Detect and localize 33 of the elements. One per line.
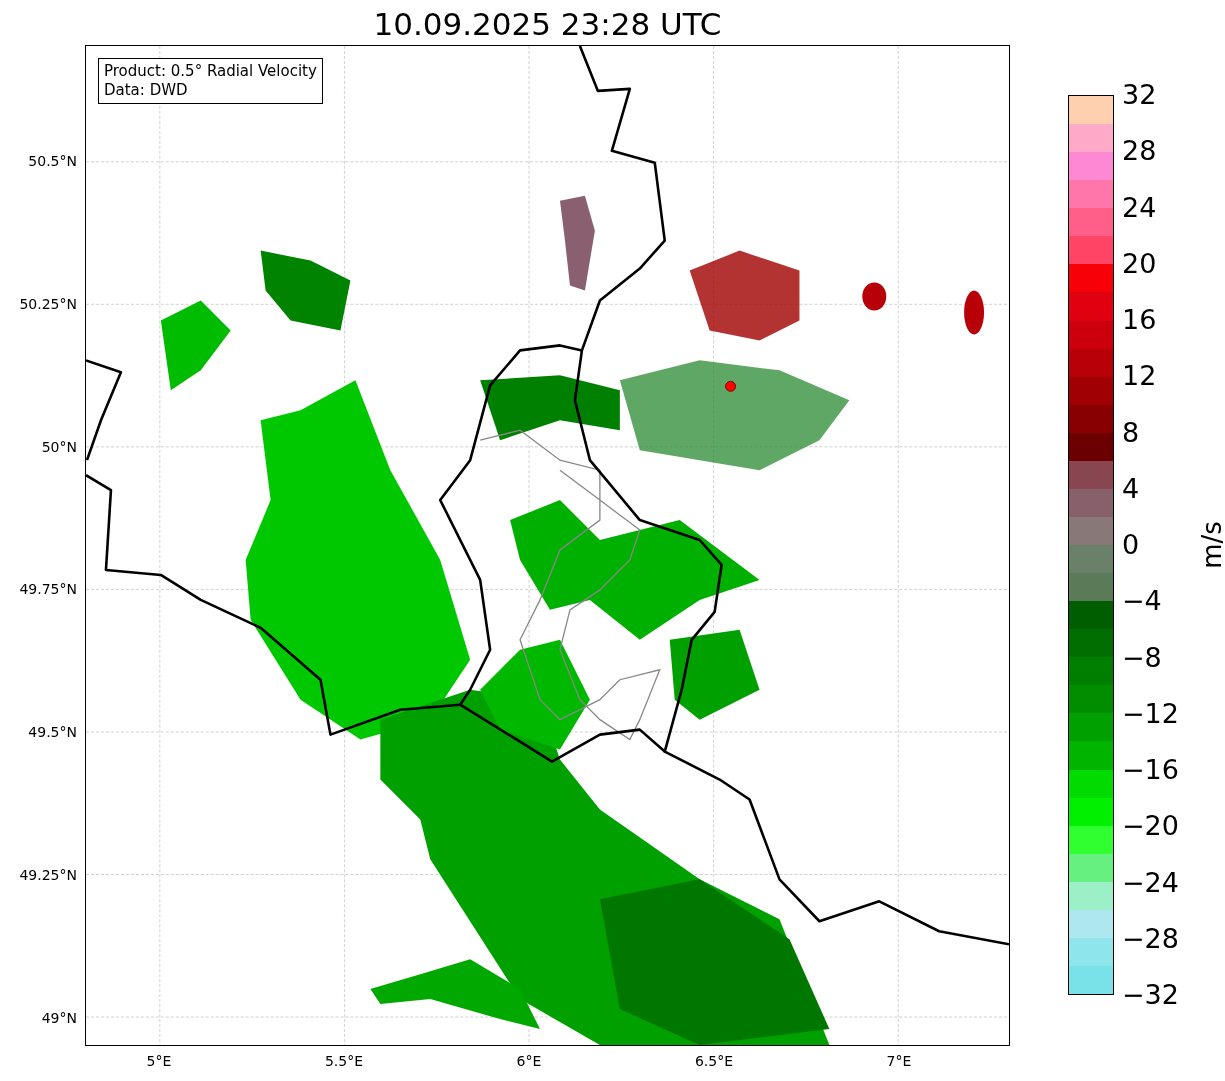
- latitude-label: 50.5°N: [28, 152, 77, 169]
- colorbar-tick-label: 8: [1122, 417, 1140, 448]
- colorbar-unit-label: m/s: [1196, 521, 1225, 569]
- colorbar-tick-label: −32: [1122, 980, 1179, 1010]
- colorbar-tick-label: 12: [1122, 361, 1157, 392]
- colorbar-tick-label: −16: [1122, 755, 1179, 785]
- legend-text: Product: 0.5° Radial Velocity: [104, 62, 317, 81]
- longitude-label: 5.5°E: [324, 1053, 364, 1069]
- latitude-label: 49.5°N: [28, 724, 77, 741]
- chart-title: 10.09.2025 23:28 UTC: [372, 5, 723, 44]
- latitude-label: 50°N: [41, 438, 77, 455]
- latitude-label: 49.25°N: [19, 867, 77, 884]
- colorbar-tick-label: 28: [1122, 136, 1157, 167]
- colorbar-tick-label: −24: [1122, 867, 1179, 898]
- colorbar-tick-label: −4: [1122, 586, 1162, 617]
- colorbar-tick-label: 32: [1122, 80, 1157, 110]
- latitude-label: 49.75°N: [19, 581, 77, 598]
- colorbar-tick-label: −8: [1122, 642, 1162, 673]
- legend-text: Data: DWD: [104, 81, 189, 100]
- colorbar-tick-label: 24: [1122, 192, 1157, 223]
- longitude-label: 6.5°E: [694, 1053, 734, 1069]
- longitude-label: 6°E: [516, 1053, 542, 1069]
- longitude-label: 7°E: [886, 1053, 912, 1069]
- latitude-label: 49°N: [41, 1010, 77, 1026]
- colorbar-tick-label: −12: [1122, 698, 1179, 729]
- colorbar-tick-label: 4: [1122, 473, 1140, 504]
- latitude-label: 50.25°N: [19, 295, 77, 312]
- colorbar-tick-label: 16: [1122, 305, 1157, 335]
- colorbar-tick-label: 20: [1122, 248, 1157, 279]
- colorbar-tick-label: −20: [1122, 811, 1179, 842]
- longitude-label: 5°E: [146, 1053, 172, 1069]
- colorbar-tick-label: −28: [1122, 923, 1179, 954]
- colorbar-tick-label: 0: [1122, 530, 1140, 560]
